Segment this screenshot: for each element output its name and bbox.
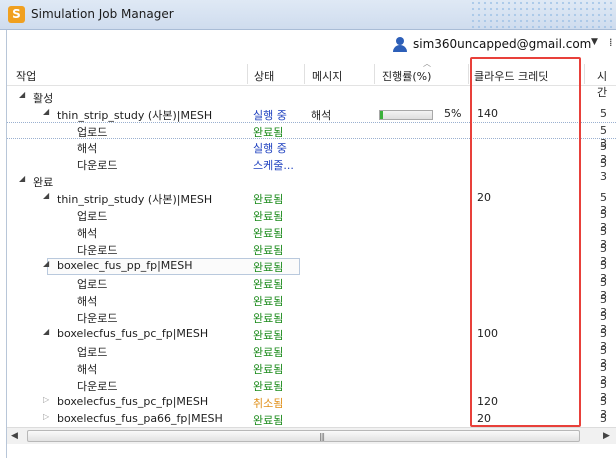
task-status: 완료됨 <box>253 227 284 240</box>
job-status: 완료됨 <box>253 261 284 274</box>
sort-indicator-icon: ︿ <box>423 59 431 68</box>
job-name: boxelecfus_fus_pc_fp|MESH <box>57 395 209 408</box>
task-status: 스케줄... <box>253 159 294 172</box>
expand-arrow-icon[interactable]: ◢ <box>19 174 25 183</box>
task-name: 다운로드 <box>77 244 118 257</box>
task-name: 해석 <box>77 295 98 308</box>
horizontal-scrollbar[interactable]: ◀ ||| ▶ <box>7 427 616 444</box>
job-name: boxelecfus_fus_pa66_fp|MESH <box>57 412 223 425</box>
collapsed-arrow-icon[interactable]: ▷ <box>43 395 49 404</box>
task-status: 완료됨 <box>253 126 284 139</box>
credits-column-highlight <box>470 57 581 427</box>
app-logo-icon: S <box>8 6 25 23</box>
job-name: boxelecfus_fus_pc_fp|MESH <box>57 327 209 340</box>
account-email[interactable]: sim360uncapped@gmail.com <box>413 37 591 51</box>
task-name: 다운로드 <box>77 312 118 325</box>
task-name: 해석 <box>77 363 98 376</box>
task-name: 업로드 <box>77 126 108 139</box>
task-status: 완료됨 <box>253 278 284 291</box>
column-header-progress[interactable]: 진행률(%) <box>382 68 431 84</box>
task-status: 완료됨 <box>253 346 284 359</box>
task-status: 실행 중 <box>253 142 287 155</box>
title-bar: S Simulation Job Manager <box>0 0 616 30</box>
task-name: 다운로드 <box>77 380 118 393</box>
task-name: 해석 <box>77 142 98 155</box>
window-title: Simulation Job Manager <box>31 7 174 21</box>
job-message: 해석 <box>311 109 332 122</box>
job-progress-percent: 5% <box>444 107 462 120</box>
job-progress-bar <box>379 110 433 120</box>
task-name: 업로드 <box>77 346 108 359</box>
task-status: 완료됨 <box>253 363 284 376</box>
job-status: 완료됨 <box>253 329 284 342</box>
task-status: 완료됨 <box>253 244 284 257</box>
account-dropdown-chevron-down-icon[interactable]: ▼ <box>591 37 598 47</box>
job-status: 완료됨 <box>253 414 284 426</box>
job-name: thin_strip_study (사본)|MESH <box>57 109 213 122</box>
task-status: 완료됨 <box>253 312 284 325</box>
group-label: 활성 <box>33 92 54 105</box>
job-status: 실행 중 <box>253 109 287 122</box>
job-name: boxelec_fus_pp_fp|MESH <box>57 259 193 272</box>
job-name: thin_strip_study (사본)|MESH <box>57 193 213 206</box>
group-label: 완료 <box>33 176 54 189</box>
expand-arrow-icon[interactable]: ◢ <box>43 259 49 268</box>
scroll-left-icon[interactable]: ◀ <box>11 431 18 441</box>
job-status: 완료됨 <box>253 193 284 206</box>
task-status: 완료됨 <box>253 380 284 393</box>
column-divider[interactable] <box>468 64 469 84</box>
task-status: 완료됨 <box>253 295 284 308</box>
expand-arrow-icon[interactable]: ◢ <box>43 191 49 200</box>
task-name: 업로드 <box>77 278 108 291</box>
expand-arrow-icon[interactable]: ◢ <box>19 90 25 99</box>
column-divider[interactable] <box>584 64 585 84</box>
task-name: 업로드 <box>77 210 108 223</box>
view-menu-icon[interactable]: ⁞ <box>609 36 613 49</box>
scrollbar-grip-icon: ||| <box>319 432 325 441</box>
task-name: 해석 <box>77 227 98 240</box>
expand-arrow-icon[interactable]: ◢ <box>43 107 49 116</box>
task-status: 완료됨 <box>253 210 284 223</box>
expand-arrow-icon[interactable]: ◢ <box>43 327 49 336</box>
column-header-message[interactable]: 메시지 <box>312 68 342 84</box>
column-divider[interactable] <box>374 64 375 84</box>
title-bar-decoration <box>470 0 616 30</box>
job-time: 5 3 <box>600 412 607 426</box>
progress-fill <box>380 111 383 119</box>
column-divider[interactable] <box>304 64 305 84</box>
collapsed-arrow-icon[interactable]: ▷ <box>43 412 49 421</box>
job-status: 취소됨 <box>253 397 284 410</box>
scroll-right-icon[interactable]: ▶ <box>603 431 610 441</box>
scrollbar-thumb[interactable]: ||| <box>27 430 580 442</box>
column-header-status[interactable]: 상태 <box>254 68 274 84</box>
column-divider[interactable] <box>247 64 248 84</box>
column-header-job[interactable]: 작업 <box>16 68 36 84</box>
task-name: 다운로드 <box>77 159 118 172</box>
account-bar[interactable]: sim360uncapped@gmail.com ▼ ⁞ <box>392 34 613 54</box>
user-icon <box>392 36 408 52</box>
